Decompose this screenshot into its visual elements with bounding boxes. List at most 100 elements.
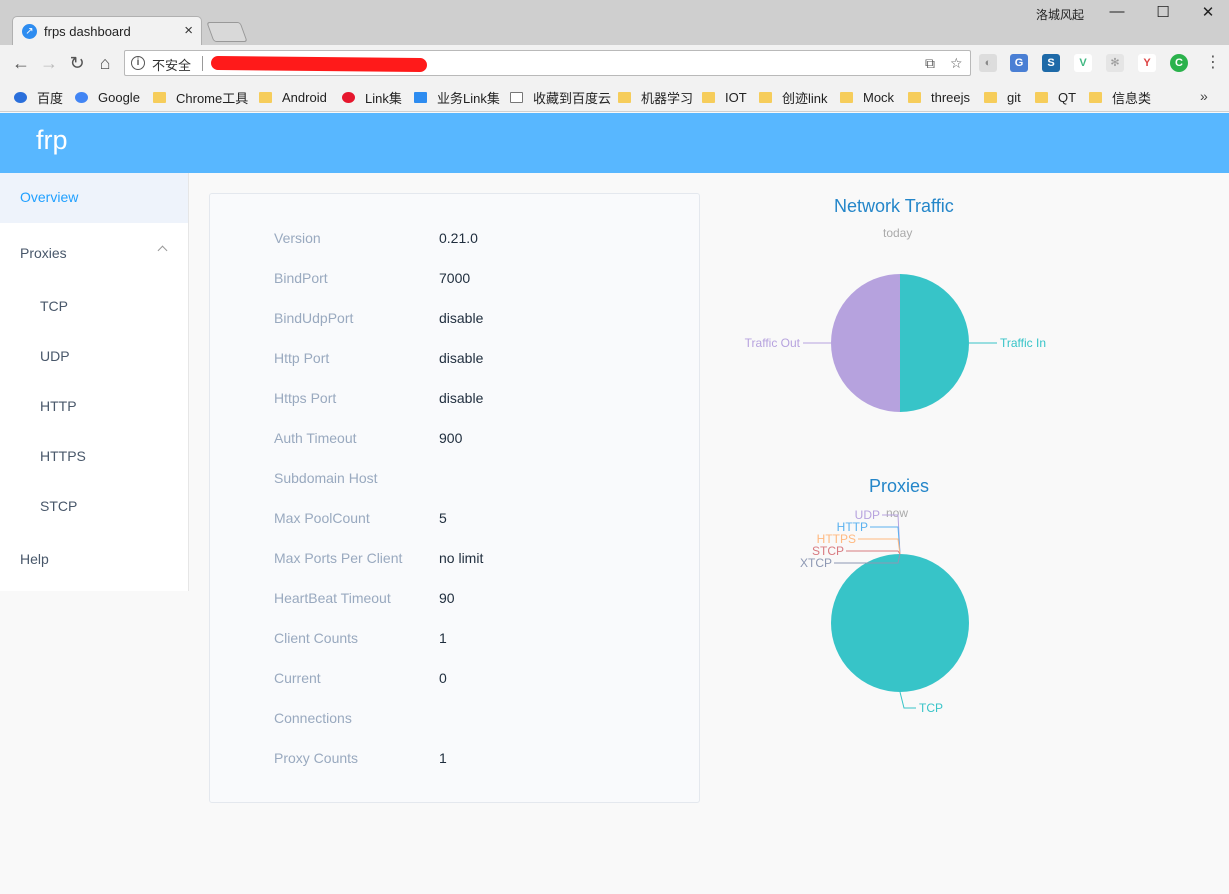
info-value: 900: [439, 430, 463, 446]
bookmark-label: 收藏到百度云: [533, 90, 612, 106]
pie-label: Traffic Out: [745, 336, 801, 350]
sidebar-item-http[interactable]: HTTP: [0, 382, 188, 432]
bookmark-item[interactable]: 业务Link集: [414, 88, 500, 106]
address-bar[interactable]: i 不安全 ⧉ ☆: [124, 50, 971, 76]
star-icon[interactable]: ☆: [950, 55, 963, 72]
folder-icon: [908, 91, 921, 103]
new-tab-button[interactable]: [206, 22, 248, 42]
bookmark-folder[interactable]: IOT: [702, 88, 747, 106]
info-label: Max PoolCount: [274, 510, 370, 526]
vue-devtools-icon[interactable]: V: [1074, 54, 1092, 72]
minimize-icon[interactable]: —: [1102, 3, 1132, 23]
bookmark-label: 百度: [37, 90, 64, 106]
bookmark-folder[interactable]: Android: [259, 88, 327, 106]
sidebar-item-proxies[interactable]: Proxies: [0, 229, 188, 279]
sidebar-item-overview[interactable]: Overview: [0, 173, 188, 223]
traffic-chart-subtitle: today: [883, 226, 913, 240]
info-value: no limit: [439, 550, 484, 566]
sidebar-item-https[interactable]: HTTPS: [0, 432, 188, 482]
bookmark-label: QT: [1058, 89, 1077, 105]
info-value: 1: [439, 750, 447, 766]
pie-label-line: [846, 550, 901, 555]
sidebar-item-label: HTTP: [40, 398, 77, 414]
bookmark-label: IOT: [725, 89, 747, 105]
info-value: 0: [439, 670, 447, 686]
info-label: Current: [274, 670, 321, 686]
translate-icon[interactable]: ⧉: [925, 55, 935, 72]
bookmark-item[interactable]: Google: [75, 88, 140, 106]
info-label: Https Port: [274, 390, 337, 406]
info-icon[interactable]: i: [131, 56, 145, 70]
cloud-icon: [414, 91, 427, 103]
browser-tab[interactable]: ↗ frps dashboard ×: [12, 16, 202, 45]
folder-icon: [984, 91, 997, 103]
bookmark-item[interactable]: Link集: [342, 88, 402, 106]
bookmark-folder[interactable]: git: [984, 88, 1021, 106]
bookmark-folder[interactable]: Chrome工具: [153, 88, 248, 106]
back-icon[interactable]: ←: [10, 52, 32, 74]
bookmark-folder[interactable]: 信息类: [1089, 88, 1151, 106]
pie-label-line: [870, 526, 901, 555]
info-label: BindUdpPort: [274, 310, 354, 326]
close-tab-icon[interactable]: ×: [184, 22, 193, 39]
info-value: 90: [439, 590, 455, 606]
react-devtools-icon[interactable]: ✻: [1106, 54, 1124, 72]
proxies-chart-title: Proxies: [869, 476, 930, 496]
sidebar-item-stcp[interactable]: STCP: [0, 482, 188, 532]
page-icon: [510, 91, 523, 103]
screenshot-icon[interactable]: S: [1042, 54, 1060, 72]
address-divider: [202, 56, 203, 71]
info-label: Http Port: [274, 350, 330, 366]
proxies-chart-subtitle: now: [886, 506, 908, 520]
bookmark-folder[interactable]: 机器学习: [618, 88, 693, 106]
bookmark-folder[interactable]: 创迹link: [759, 88, 828, 106]
info-value: disable: [439, 310, 484, 326]
bookmark-item[interactable]: 收藏到百度云: [510, 88, 611, 106]
info-value: disable: [439, 350, 484, 366]
close-window-icon[interactable]: ✕: [1193, 3, 1223, 23]
maximize-icon[interactable]: ☐: [1148, 3, 1178, 23]
sidebar-item-tcp[interactable]: TCP: [0, 282, 188, 332]
bookmark-folder[interactable]: QT: [1035, 88, 1076, 106]
redacted-url: [210, 55, 428, 73]
app-header: frp: [0, 113, 1229, 173]
folder-icon: [618, 91, 631, 103]
home-icon[interactable]: ⌂: [94, 52, 116, 74]
bookmarks-bar: 百度 Google Chrome工具 Android Link集 业务Link集…: [0, 81, 1229, 112]
browser-menu-icon[interactable]: ⋮: [1205, 52, 1221, 72]
sidebar-item-label: Overview: [20, 189, 79, 205]
pie-slice-tcp[interactable]: [831, 554, 969, 692]
sidebar-item-label: UDP: [40, 348, 70, 364]
sidebar-item-help[interactable]: Help: [0, 535, 188, 585]
bookmark-folder[interactable]: threejs: [908, 88, 970, 106]
extension-icon[interactable]: ◐: [979, 54, 997, 72]
reload-icon[interactable]: ↻: [66, 52, 88, 74]
info-label: Client Counts: [274, 630, 359, 646]
bookmark-label: Chrome工具: [176, 90, 249, 106]
info-value: 5: [439, 510, 447, 526]
bookmark-label: 创迹link: [782, 90, 828, 106]
c-extension-icon[interactable]: C: [1170, 54, 1188, 72]
forward-icon[interactable]: →: [38, 52, 60, 74]
sidebar: Overview Proxies TCP UDP HTTP HTTPS STCP…: [0, 173, 189, 591]
pie-slice-traffic-out[interactable]: [831, 274, 900, 412]
bookmark-item[interactable]: 百度: [14, 88, 63, 106]
info-label: Version: [274, 230, 321, 246]
pie-label-line: [882, 514, 901, 555]
sidebar-item-udp[interactable]: UDP: [0, 332, 188, 382]
info-label: Max Ports Per Client: [274, 550, 403, 566]
info-value: disable: [439, 390, 484, 406]
pie-label-line: [899, 691, 916, 709]
pie-slice-traffic-in[interactable]: [900, 274, 969, 412]
info-label: BindPort: [274, 270, 328, 286]
tab-title: frps dashboard: [44, 24, 131, 39]
bookmark-label: 信息类: [1112, 90, 1152, 106]
yslow-icon[interactable]: Y: [1138, 54, 1156, 72]
proxies-pie-chart: nowTCPUDPHTTPHTTPSSTCPXTCP: [800, 506, 969, 715]
security-label[interactable]: 不安全: [152, 55, 191, 74]
more-bookmarks-icon[interactable]: »: [1200, 88, 1208, 104]
bookmark-folder[interactable]: Mock: [840, 88, 894, 106]
sidebar-item-label: TCP: [40, 298, 68, 314]
bookmark-label: Google: [98, 89, 140, 105]
google-translate-icon[interactable]: G: [1010, 54, 1028, 72]
